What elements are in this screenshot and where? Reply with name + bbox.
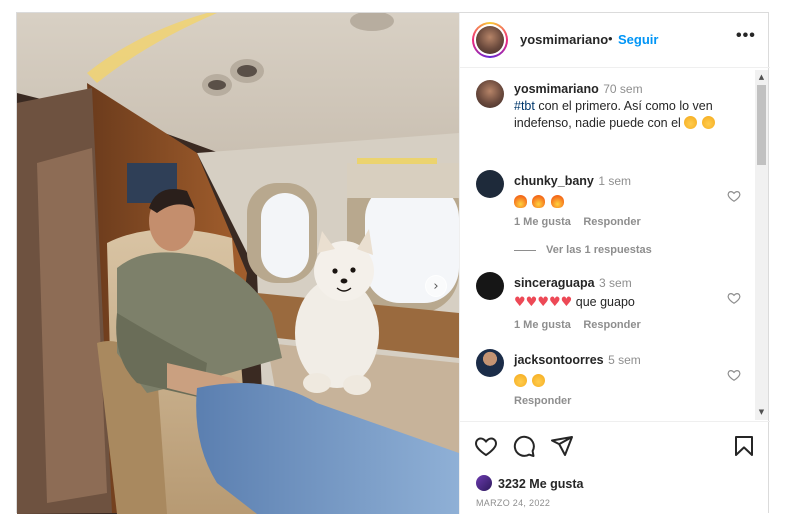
caption-text-line1: con el primero. Así como lo ven	[534, 99, 713, 113]
red-heart-emoji-icon: ♥	[537, 295, 549, 310]
scroll-up-icon[interactable]: ▲	[757, 73, 766, 82]
caption-text-line2: indefenso, nadie puede con el	[514, 116, 685, 130]
avatar[interactable]	[476, 349, 504, 377]
fire-emoji-icon	[514, 195, 527, 208]
comment-like-icon[interactable]	[727, 368, 741, 382]
heart-icon[interactable]	[474, 434, 498, 458]
post-author-username[interactable]: yosmimariano	[520, 32, 608, 47]
post-date[interactable]: MARZO 24, 2022	[476, 498, 550, 508]
comment-like-icon[interactable]	[727, 291, 741, 305]
comment-icon[interactable]	[512, 434, 536, 458]
red-heart-emoji-icon: ♥	[514, 295, 526, 310]
reply-button[interactable]: Responder	[514, 395, 571, 407]
comments-scroll-area[interactable]: yosmimariano 70 sem #tbt con el primero.…	[460, 68, 770, 421]
red-heart-emoji-icon: ♥	[548, 295, 561, 310]
replies-divider	[514, 250, 536, 251]
heart-eyes-emoji-icon	[532, 374, 546, 387]
view-replies-button[interactable]: Ver las 1 respuestas	[546, 244, 652, 256]
comment-text-body: que guapo	[572, 295, 635, 309]
comment-time[interactable]: 3 sem	[599, 276, 632, 290]
comment-text	[514, 193, 631, 211]
bookmark-icon[interactable]	[732, 434, 756, 458]
heart-eyes-emoji-icon	[514, 374, 527, 387]
more-icon[interactable]: •••	[736, 27, 756, 45]
comment-meta: 1 Me gusta Responder	[514, 315, 641, 333]
avatar[interactable]	[476, 272, 504, 300]
photo-illustration	[17, 13, 459, 514]
post-header: yosmimariano • Seguir •••	[460, 13, 770, 68]
post-modal: › yosmimariano • Seguir ••• yosmimariano…	[16, 12, 770, 514]
comment-likes[interactable]: 1 Me gusta	[514, 216, 571, 228]
caption-text: #tbt con el primero. Así como lo ven ind…	[514, 98, 750, 132]
likes-count[interactable]: 3232 Me gusta	[498, 477, 583, 491]
comment-username[interactable]: jacksontoorres	[514, 353, 604, 367]
red-heart-emoji-icon: ♥	[560, 295, 573, 310]
post-side-panel: yosmimariano • Seguir ••• yosmimariano 7…	[459, 13, 770, 514]
post-actions: 3232 Me gusta MARZO 24, 2022	[460, 421, 770, 514]
comment-text: ♥♥♥♥♥ que guapo	[514, 294, 635, 311]
reply-button[interactable]: Responder	[583, 216, 640, 228]
comment: sinceraguapa 3 sem ♥♥♥♥♥ que guapo	[514, 274, 635, 311]
comment-time[interactable]: 1 sem	[598, 174, 631, 188]
red-heart-emoji-icon: ♥	[525, 295, 538, 310]
next-arrow-icon[interactable]: ›	[425, 275, 447, 297]
comment: jacksontoorres 5 sem	[514, 351, 641, 390]
comment-username[interactable]: chunky_bany	[514, 174, 594, 188]
comment-like-icon[interactable]	[727, 189, 741, 203]
heart-eyes-emoji-icon	[701, 116, 715, 129]
post-photo[interactable]: ›	[17, 13, 459, 514]
caption-username[interactable]: yosmimariano	[514, 82, 599, 96]
separator-dot: •	[608, 31, 613, 46]
comment-username[interactable]: sinceraguapa	[514, 276, 595, 290]
likes-avatar[interactable]	[476, 475, 492, 491]
astonished-emoji-icon	[684, 116, 698, 129]
comment-meta: Responder	[514, 391, 571, 409]
caption-time[interactable]: 70 sem	[603, 82, 642, 96]
comment-meta: 1 Me gusta Responder	[514, 212, 641, 230]
avatar[interactable]	[476, 26, 504, 54]
scrollbar-thumb[interactable]	[757, 85, 766, 165]
share-icon[interactable]	[550, 434, 574, 458]
caption: yosmimariano 70 sem #tbt con el primero.…	[514, 80, 750, 132]
avatar[interactable]	[476, 80, 504, 108]
comment-likes[interactable]: 1 Me gusta	[514, 319, 571, 331]
avatar[interactable]	[476, 170, 504, 198]
fire-emoji-icon	[550, 195, 564, 208]
scroll-down-icon[interactable]: ▼	[757, 408, 766, 417]
follow-button[interactable]: Seguir	[618, 32, 658, 47]
reply-button[interactable]: Responder	[583, 319, 640, 331]
comment-text	[514, 372, 641, 390]
comment-time[interactable]: 5 sem	[608, 353, 641, 367]
comment: chunky_bany 1 sem	[514, 172, 631, 211]
fire-emoji-icon	[532, 195, 546, 208]
hashtag-link[interactable]: #tbt	[514, 99, 535, 113]
